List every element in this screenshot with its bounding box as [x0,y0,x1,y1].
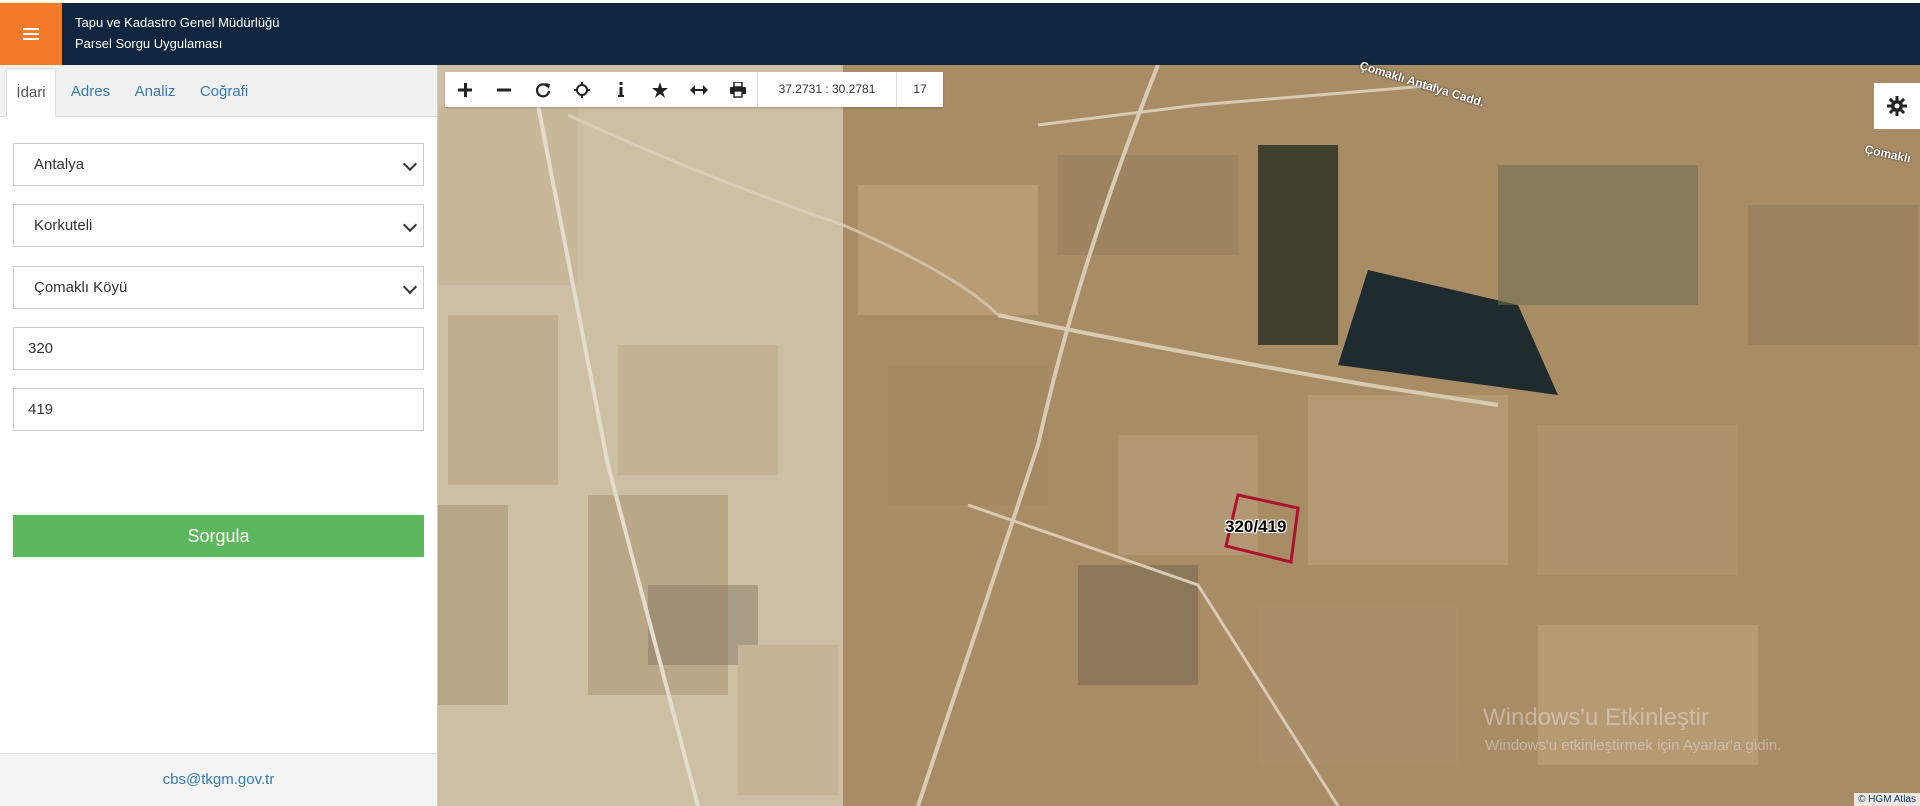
coordinate-readout: 37.2731 : 30.2781 [757,72,896,107]
settings-button[interactable] [1874,83,1920,129]
district-value: Korkuteli [34,217,93,234]
activation-watermark-title: Windows'u Etkinleştir [1483,704,1709,731]
gear-icon [1887,96,1907,116]
chevron-down-icon [402,156,418,172]
zoom-level-readout: 17 [896,72,943,107]
app-title: Tapu ve Kadastro Genel Müdürlüğü Parsel … [75,12,280,54]
org-name: Tapu ve Kadastro Genel Müdürlüğü [75,15,280,30]
info-icon[interactable] [601,72,640,107]
tab-analiz[interactable]: Analiz [126,68,184,116]
star-icon[interactable] [640,72,679,107]
neighborhood-value: Çomaklı Köyü [34,279,128,296]
zoom-in-icon[interactable] [445,72,484,107]
map-view[interactable] [438,65,1920,806]
menu-button[interactable] [0,3,62,65]
refresh-icon[interactable] [523,72,562,107]
map-toolbar: 37.2731 : 30.2781 17 [445,72,943,107]
print-icon[interactable] [718,72,757,107]
tab-bar: İdari Adres Analiz Coğrafi [0,65,437,117]
zoom-out-icon[interactable] [484,72,523,107]
tab-cografi[interactable]: Coğrafi [193,68,255,116]
block-input[interactable]: 320 [13,327,424,370]
chevron-down-icon [402,279,418,295]
top-border [0,0,1920,3]
measure-icon[interactable] [679,72,718,107]
hamburger-icon [23,25,39,43]
province-select[interactable]: Antalya [13,143,424,186]
tab-idari[interactable]: İdari [6,68,56,117]
locate-icon[interactable] [562,72,601,107]
parcel-label[interactable]: 320/419 [1225,517,1286,537]
neighborhood-select[interactable]: Çomaklı Köyü [13,266,424,309]
chevron-down-icon [402,217,418,233]
sidebar-footer: cbs@tkgm.gov.tr [0,753,437,806]
map-attribution[interactable]: © HGM Atlas [1854,793,1920,806]
sidebar: İdari Adres Analiz Coğrafi Antalya Korku… [0,65,438,806]
query-button[interactable]: Sorgula [13,515,424,557]
satellite-imagery [438,65,1920,806]
app-name: Parsel Sorgu Uygulaması [75,36,223,51]
parcel-input[interactable]: 419 [13,388,424,431]
tab-adres[interactable]: Adres [63,68,118,116]
contact-email-link[interactable]: cbs@tkgm.gov.tr [163,771,275,788]
activation-watermark-subtitle: Windows'u etkinleştirmek için Ayarlar'a … [1485,737,1782,754]
district-select[interactable]: Korkuteli [13,204,424,247]
province-value: Antalya [34,156,85,173]
app-header: Tapu ve Kadastro Genel Müdürlüğü Parsel … [0,0,1920,65]
